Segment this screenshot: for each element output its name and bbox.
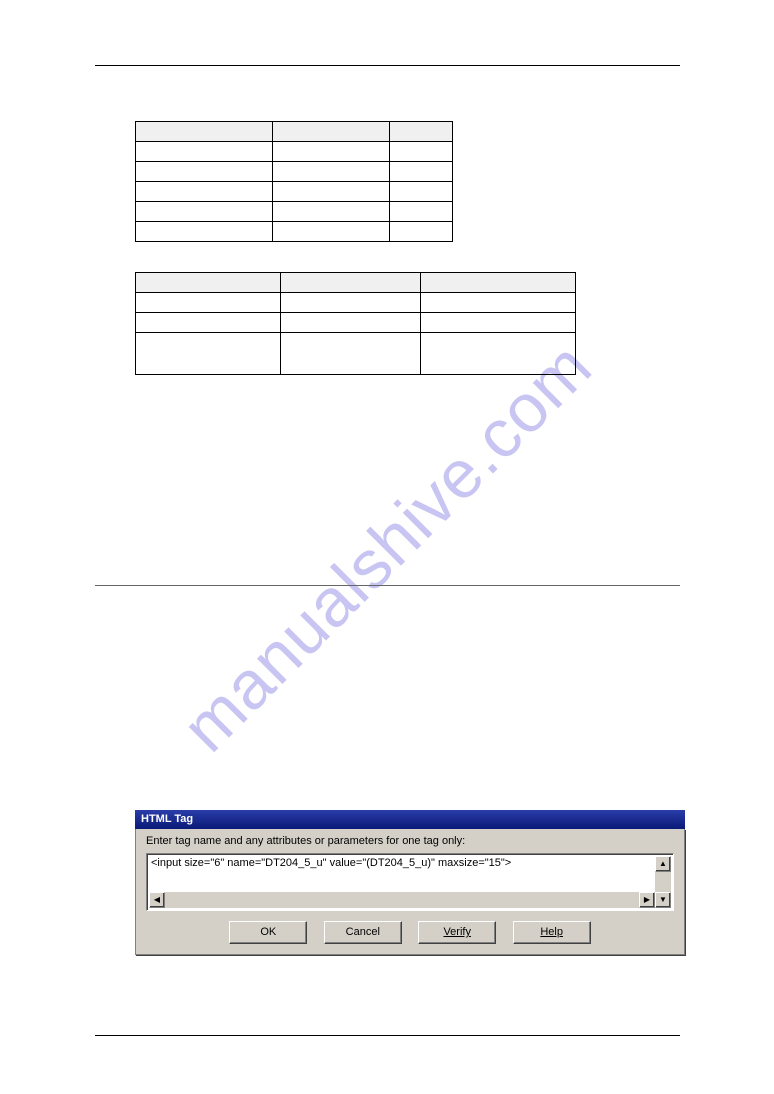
scrollbar-vertical[interactable]: ▲ <box>655 856 671 892</box>
table-header-cell <box>390 122 453 142</box>
scroll-right-icon[interactable]: ▶ <box>639 892 655 908</box>
table-1 <box>135 121 453 242</box>
scroll-left-icon[interactable]: ◀ <box>149 892 165 908</box>
table-row <box>136 202 453 222</box>
dialog-button-row: OK Cancel Verify Help <box>146 921 674 944</box>
table-row <box>136 122 453 142</box>
table-cell <box>136 182 273 202</box>
tag-input-area[interactable]: <input size="6" name="DT204_5_u" value="… <box>146 853 674 911</box>
table-header-cell <box>136 273 281 293</box>
help-underline: Help <box>540 926 563 938</box>
table-cell <box>390 142 453 162</box>
scroll-up-icon[interactable]: ▲ <box>655 856 671 872</box>
rule-middle <box>95 585 680 586</box>
table-cell <box>273 202 390 222</box>
table-header-cell <box>273 122 390 142</box>
table-cell <box>390 162 453 182</box>
rule-bottom <box>95 1035 680 1036</box>
verify-button[interactable]: Verify <box>418 921 496 944</box>
table-row <box>136 293 576 313</box>
table-cell <box>273 222 390 242</box>
scroll-down-icon[interactable]: ▼ <box>655 892 671 908</box>
table-cell <box>136 293 281 313</box>
rule-top <box>95 65 680 66</box>
table-cell <box>281 333 421 375</box>
scrollbar-horizontal[interactable]: ◀ ▶ <box>149 892 655 908</box>
table-2 <box>135 272 576 375</box>
table-cell <box>390 202 453 222</box>
help-button[interactable]: Help <box>513 921 591 944</box>
table-cell <box>136 222 273 242</box>
dialog-body: Enter tag name and any attributes or par… <box>135 829 685 955</box>
table-row <box>136 273 576 293</box>
table-header-cell <box>421 273 576 293</box>
table-cell <box>273 182 390 202</box>
spacer <box>95 606 680 786</box>
tag-input-value[interactable]: <input size="6" name="DT204_5_u" value="… <box>151 857 653 869</box>
table-header-cell <box>281 273 421 293</box>
table-cell <box>421 293 576 313</box>
table-row <box>136 142 453 162</box>
table-cell <box>136 162 273 182</box>
table-row <box>136 182 453 202</box>
table-cell <box>281 313 421 333</box>
table-cell <box>273 162 390 182</box>
dialog-title-bar[interactable]: HTML Tag <box>135 810 685 829</box>
table-row <box>136 222 453 242</box>
table-cell <box>281 293 421 313</box>
table-cell <box>390 222 453 242</box>
table-cell <box>136 142 273 162</box>
table-cell <box>390 182 453 202</box>
html-tag-dialog: HTML Tag Enter tag name and any attribut… <box>135 810 685 955</box>
table-cell <box>273 142 390 162</box>
cancel-button[interactable]: Cancel <box>324 921 402 944</box>
dialog-prompt: Enter tag name and any attributes or par… <box>146 835 674 847</box>
table-cell <box>136 313 281 333</box>
verify-underline: Verify <box>443 926 471 938</box>
ok-button[interactable]: OK <box>229 921 307 944</box>
table-cell <box>136 202 273 222</box>
table-cell <box>421 333 576 375</box>
table-header-cell <box>136 122 273 142</box>
page-content <box>95 65 680 786</box>
spacer <box>95 405 680 555</box>
table-row <box>136 162 453 182</box>
table-cell <box>421 313 576 333</box>
table-row <box>136 313 576 333</box>
table-cell <box>136 333 281 375</box>
table-row <box>136 333 576 375</box>
